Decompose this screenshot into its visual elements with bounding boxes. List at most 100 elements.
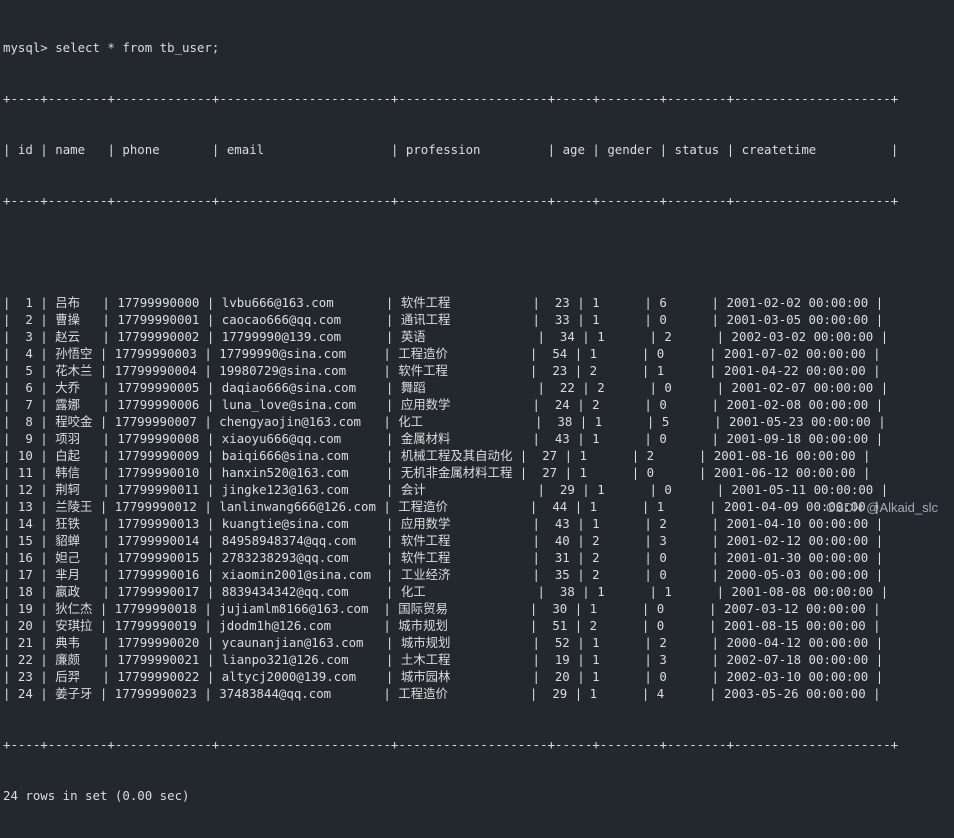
cell-id: 22 [17, 652, 33, 667]
cell-gender: 1 [592, 431, 637, 446]
cell-createtime: 2001-05-23 00:00:00 [729, 414, 871, 429]
cell-phone: 17799990000 [117, 295, 200, 310]
cell-gender: 1 [589, 601, 635, 616]
cell-id: 10 [17, 448, 33, 463]
cell-gender: 1 [589, 499, 635, 514]
cell-createtime: 2002-03-02 00:00:00 [731, 329, 874, 344]
cell-email: caocao666@qq.com [221, 312, 379, 327]
cell-age: 29 [544, 686, 568, 701]
table-row: | 9 | 项羽 | 17799990008 | xiaoyu666@qq.co… [3, 431, 884, 446]
result-summary: 24 rows in set (0.00 sec) [3, 788, 190, 803]
cell-createtime: 2001-04-22 00:00:00 [723, 363, 866, 378]
table-row: | 12 | 荆轲 | 17799990011 | jingke123@163.… [3, 482, 889, 497]
cell-phone: 17799990005 [117, 380, 200, 395]
cell-age: 35 [547, 567, 570, 582]
cell-email: jujiamlm8166@163.com [219, 601, 376, 616]
cell-status: 0 [664, 482, 710, 497]
cell-status: 6 [659, 295, 705, 310]
cell-email: baiqi666@sina.com [221, 448, 379, 463]
table-row: | 6 | 大乔 | 17799990005 | daqiao666@sina.… [3, 380, 889, 395]
table-row: | 1 | 吕布 | 17799990000 | lvbu666@163.com… [3, 295, 884, 310]
column-header-gender: gender [607, 142, 653, 157]
cell-createtime: 2001-03-05 00:00:00 [726, 312, 869, 327]
table-header-row: | id | name | phone | email | profession… [3, 142, 899, 157]
cell-id: 4 [17, 346, 33, 361]
cell-status: 2 [664, 329, 710, 344]
table-row: | 21 | 典韦 | 17799990020 | ycaunanjian@16… [3, 635, 884, 650]
cell-status: 0 [664, 380, 710, 395]
cell-name: 韩信 [55, 465, 95, 480]
table-row: | 4 | 孙悟空 | 17799990003 | 17799990@sina.… [3, 346, 881, 361]
cell-age: 24 [547, 397, 570, 412]
cell-status: 0 [659, 431, 705, 446]
cell-email: jingke123@163.com [221, 482, 379, 497]
cell-age: 38 [552, 584, 575, 599]
cell-profession: 应用数学 [400, 397, 525, 412]
table-row: | 17 | 芈月 | 17799990016 | xiaomin2001@si… [3, 567, 884, 582]
cell-email: ycaunanjian@163.com [221, 635, 379, 650]
cell-createtime: 2000-04-12 00:00:00 [726, 635, 869, 650]
cell-id: 23 [17, 669, 33, 684]
cell-gender: 1 [592, 312, 637, 327]
table-row: | 23 | 后羿 | 17799990022 | altycj2000@139… [3, 669, 884, 684]
cell-gender: 1 [592, 295, 637, 310]
csdn-watermark: CSDN @Alkaid_slc [825, 500, 938, 515]
cell-name: 狄仁杰 [55, 601, 93, 616]
column-header-createtime: createtime [741, 142, 884, 157]
cell-profession: 无机非金属材料工程 [400, 465, 513, 480]
cell-phone: 17799990016 [117, 567, 200, 582]
cell-name: 廉颇 [55, 652, 95, 667]
cell-phone: 17799990001 [117, 312, 200, 327]
table-row: | 8 | 程咬金 | 17799990007 | chengyaojin@16… [3, 414, 886, 429]
table-row: | 10 | 白起 | 17799990009 | baiqi666@sina.… [3, 448, 871, 463]
cell-gender: 1 [592, 635, 637, 650]
cell-gender: 2 [589, 618, 635, 633]
cell-email: 8839434342@qq.com [221, 584, 379, 599]
cell-id: 19 [17, 601, 33, 616]
column-header-status: status [674, 142, 720, 157]
cell-gender: 2 [592, 397, 637, 412]
cell-email: lianpo321@126.com [221, 652, 379, 667]
cell-age: 52 [547, 635, 570, 650]
cell-status: 1 [656, 363, 702, 378]
table-row: | 16 | 妲己 | 17799990015 | 2783238293@qq.… [3, 550, 884, 565]
cell-id: 7 [17, 397, 33, 412]
table-row: | 3 | 赵云 | 17799990002 | 17799990@139.co… [3, 329, 889, 344]
cell-email: lanlinwang666@126.com [219, 499, 376, 514]
cell-id: 17 [17, 567, 33, 582]
cell-email: xiaomin2001@sina.com [221, 567, 379, 582]
cell-profession: 城市规划 [400, 635, 525, 650]
cell-createtime: 2001-06-12 00:00:00 [713, 465, 856, 480]
cell-id: 6 [17, 380, 33, 395]
terminal-window[interactable]: mysql> select * from tb_user; +----+----… [0, 0, 954, 803]
cell-phone: 17799990022 [117, 669, 200, 684]
cell-age: 43 [547, 431, 570, 446]
cell-status: 2 [659, 635, 705, 650]
cell-gender: 1 [589, 346, 635, 361]
cell-phone: 17799990004 [114, 363, 197, 378]
cell-age: 31 [547, 550, 570, 565]
cell-createtime: 2001-02-02 00:00:00 [726, 295, 869, 310]
column-header-profession: profession [405, 142, 541, 157]
cell-age: 29 [552, 482, 575, 497]
cell-name: 后羿 [55, 669, 95, 684]
column-header-id: id [17, 142, 33, 157]
cell-name: 大乔 [55, 380, 95, 395]
cell-status: 0 [656, 601, 702, 616]
cell-createtime: 2001-08-08 00:00:00 [731, 584, 874, 599]
cell-id: 8 [17, 414, 33, 429]
cell-status: 5 [661, 414, 707, 429]
table-row: | 2 | 曹操 | 17799990001 | caocao666@qq.co… [3, 312, 884, 327]
cell-gender: 2 [592, 550, 637, 565]
cell-id: 16 [17, 550, 33, 565]
cell-createtime: 2001-02-12 00:00:00 [726, 533, 869, 548]
cell-email: 17799990@139.com [221, 329, 379, 344]
column-header-age: age [562, 142, 585, 157]
cell-phone: 17799990023 [114, 686, 197, 701]
sql-command: select * from tb_user; [55, 40, 220, 55]
cell-phone: 17799990010 [117, 465, 200, 480]
cell-profession: 国际贸易 [398, 601, 523, 616]
table-spacer [3, 243, 898, 260]
cell-email: luna_love@sina.com [221, 397, 379, 412]
cell-email: 37483844@qq.com [219, 686, 376, 701]
